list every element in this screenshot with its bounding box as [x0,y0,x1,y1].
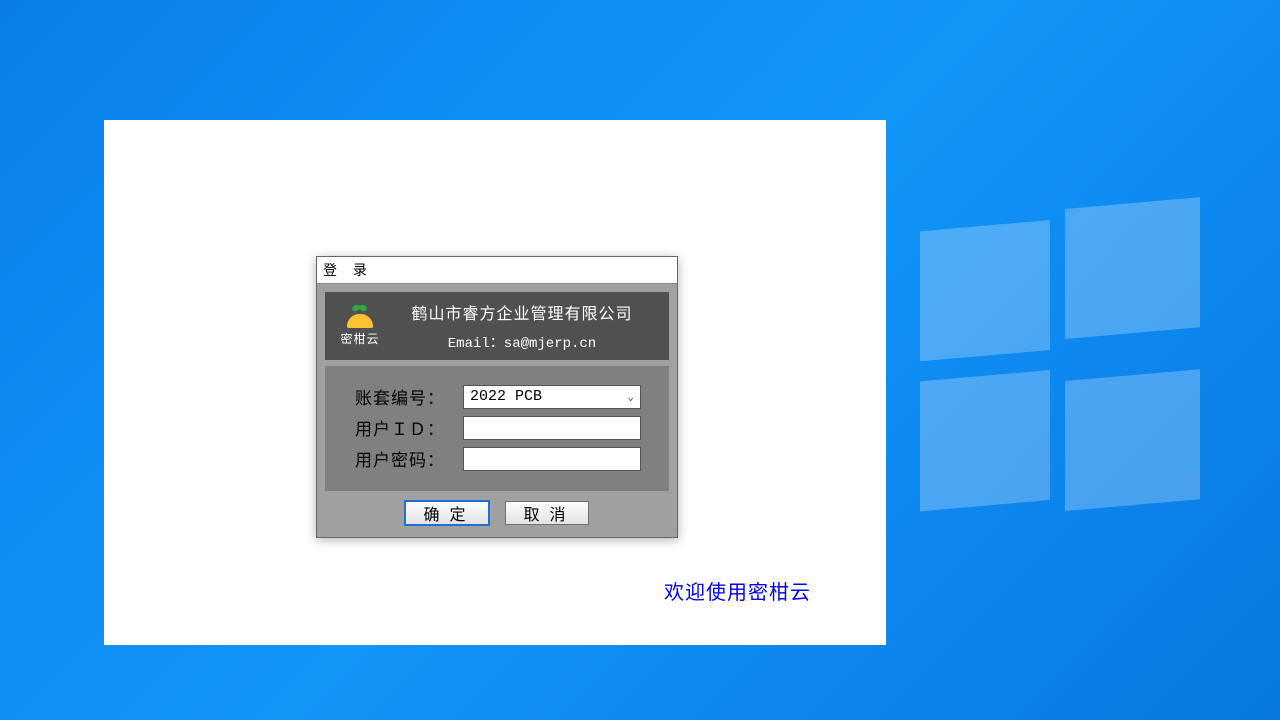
button-row: 确定 取消 [325,491,669,529]
form-block: 账套编号： 2022 PCB ⌄ 用户ＩＤ： 用户密码： [325,366,669,491]
password-row: 用户密码： [355,446,651,471]
userid-input[interactable] [463,416,641,440]
account-select-value: 2022 PCB [470,388,542,405]
account-row: 账套编号： 2022 PCB ⌄ [355,384,651,409]
account-label: 账套编号： [355,384,463,409]
ok-button[interactable]: 确定 [405,501,489,525]
tangerine-cloud-icon [346,306,374,328]
chevron-down-icon: ⌄ [627,390,634,404]
dialog-title: 登 录 [317,257,677,284]
userid-row: 用户ＩＤ： [355,415,651,440]
email-line: Email：sa@mjerp.cn [385,332,659,352]
welcome-text: 欢迎使用密柑云 [664,576,811,605]
userid-label: 用户ＩＤ： [355,415,463,440]
header-text: 鹤山市睿方企业管理有限公司 Email：sa@mjerp.cn [385,300,659,352]
password-label: 用户密码： [355,446,463,471]
company-name: 鹤山市睿方企业管理有限公司 [385,300,659,324]
password-input[interactable] [463,447,641,471]
logo-label: 密柑云 [335,330,385,347]
cancel-button[interactable]: 取消 [505,501,589,525]
login-dialog: 登 录 密柑云 鹤山市睿方企业管理有限公司 Email：sa@mjerp.cn [316,256,678,538]
app-window: 登 录 密柑云 鹤山市睿方企业管理有限公司 Email：sa@mjerp.cn [104,120,886,645]
logo-block: 密柑云 [335,306,385,347]
desktop-background: 登 录 密柑云 鹤山市睿方企业管理有限公司 Email：sa@mjerp.cn [0,0,1280,720]
dialog-header-band: 密柑云 鹤山市睿方企业管理有限公司 Email：sa@mjerp.cn [325,292,669,360]
dialog-body: 密柑云 鹤山市睿方企业管理有限公司 Email：sa@mjerp.cn 账套编号… [317,284,677,537]
account-select[interactable]: 2022 PCB ⌄ [463,385,641,409]
windows-logo-watermark [920,220,1200,500]
